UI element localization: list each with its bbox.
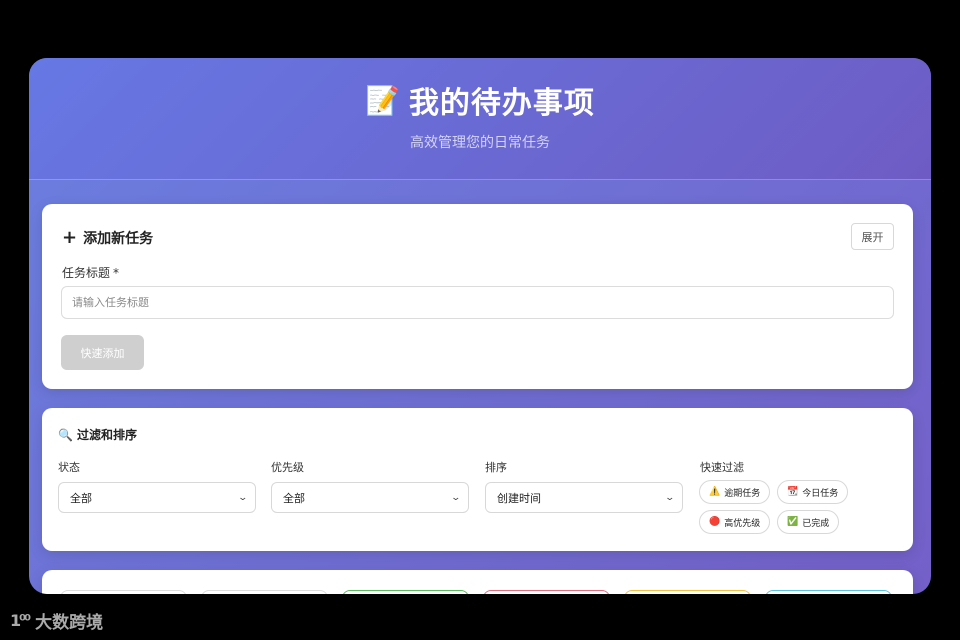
status-select[interactable]: 全部 ⌄ xyxy=(58,482,256,513)
page-title-text: 我的待办事项 xyxy=(408,86,595,121)
stat-card xyxy=(765,590,892,594)
calendar-icon: 📆 xyxy=(787,487,799,497)
app-header: 📝 我的待办事项 高效管理您的日常任务 xyxy=(29,58,931,180)
watermark: 1⁰⁰ 大数跨境 xyxy=(10,608,103,633)
status-filter-group: 状态 全部 ⌄ xyxy=(58,459,256,513)
sort-select[interactable]: 创建时间 ⌄ xyxy=(485,482,683,513)
quick-add-button[interactable]: 快速添加 xyxy=(61,335,144,370)
page-title: 📝 我的待办事项 xyxy=(29,58,931,122)
stat-card xyxy=(201,590,328,594)
task-title-label-text: 任务标题 xyxy=(62,266,111,280)
add-task-card: + 添加新任务 展开 任务标题* 快速添加 xyxy=(42,204,913,389)
stat-card xyxy=(60,590,187,594)
priority-filter-group: 优先级 全部 ⌄ xyxy=(271,459,469,513)
app-window: 📝 我的待办事项 高效管理您的日常任务 + 添加新任务 展开 任务标题* 快速添… xyxy=(29,58,931,594)
memo-icon: 📝 xyxy=(365,83,401,117)
stat-card xyxy=(342,590,469,594)
status-select-value: 全部 xyxy=(70,491,92,505)
chip-completed-label: 已完成 xyxy=(802,518,830,529)
brand-logo-icon: 1⁰⁰ xyxy=(10,611,31,630)
filter-heading-text: 过滤和排序 xyxy=(76,428,137,442)
chevron-down-icon: ⌄ xyxy=(237,492,249,503)
priority-select-value: 全部 xyxy=(283,491,305,505)
plus-icon: + xyxy=(62,227,78,248)
filter-card: 🔍 过滤和排序 状态 全部 ⌄ 优先级 全部 ⌄ 排序 创建时间 ⌄ 快速过滤 xyxy=(42,408,913,551)
chip-overdue[interactable]: ⚠️ 逾期任务 xyxy=(699,480,771,504)
sort-group: 排序 创建时间 ⌄ xyxy=(485,459,683,513)
chip-high-priority-label: 高优先级 xyxy=(724,518,761,529)
search-icon: 🔍 xyxy=(58,427,73,442)
task-title-label: 任务标题 * xyxy=(62,264,119,281)
chip-completed[interactable]: ✅ 已完成 xyxy=(777,510,840,534)
quick-filter-label: 快速过滤 xyxy=(700,461,744,474)
add-task-heading: + 添加新任务 xyxy=(62,228,153,248)
brand-text: 大数跨境 xyxy=(35,613,104,633)
chip-today-label: 今日任务 xyxy=(802,488,839,499)
task-title-input[interactable] xyxy=(61,286,894,319)
sort-label: 排序 xyxy=(485,461,507,474)
priority-select[interactable]: 全部 ⌄ xyxy=(271,482,469,513)
filter-heading: 🔍 过滤和排序 xyxy=(58,426,137,443)
red-circle-icon: 🔴 xyxy=(709,517,721,527)
stat-card xyxy=(483,590,610,594)
chip-high-priority[interactable]: 🔴 高优先级 xyxy=(699,510,771,534)
chevron-down-icon: ⌄ xyxy=(450,492,462,503)
chip-today[interactable]: 📆 今日任务 xyxy=(777,480,849,504)
sort-select-value: 创建时间 xyxy=(497,491,541,505)
status-filter-label: 状态 xyxy=(58,461,80,474)
page-subtitle: 高效管理您的日常任务 xyxy=(410,135,550,151)
priority-filter-label: 优先级 xyxy=(271,461,304,474)
add-task-heading-text: 添加新任务 xyxy=(83,231,154,247)
expand-button[interactable]: 展开 xyxy=(851,223,894,250)
check-icon: ✅ xyxy=(787,517,799,527)
stats-card xyxy=(42,570,913,594)
chevron-down-icon: ⌄ xyxy=(664,492,676,503)
warning-icon: ⚠️ xyxy=(709,487,721,497)
stat-card xyxy=(624,590,751,594)
chip-overdue-label: 逾期任务 xyxy=(724,488,761,499)
required-mark: * xyxy=(113,266,120,280)
